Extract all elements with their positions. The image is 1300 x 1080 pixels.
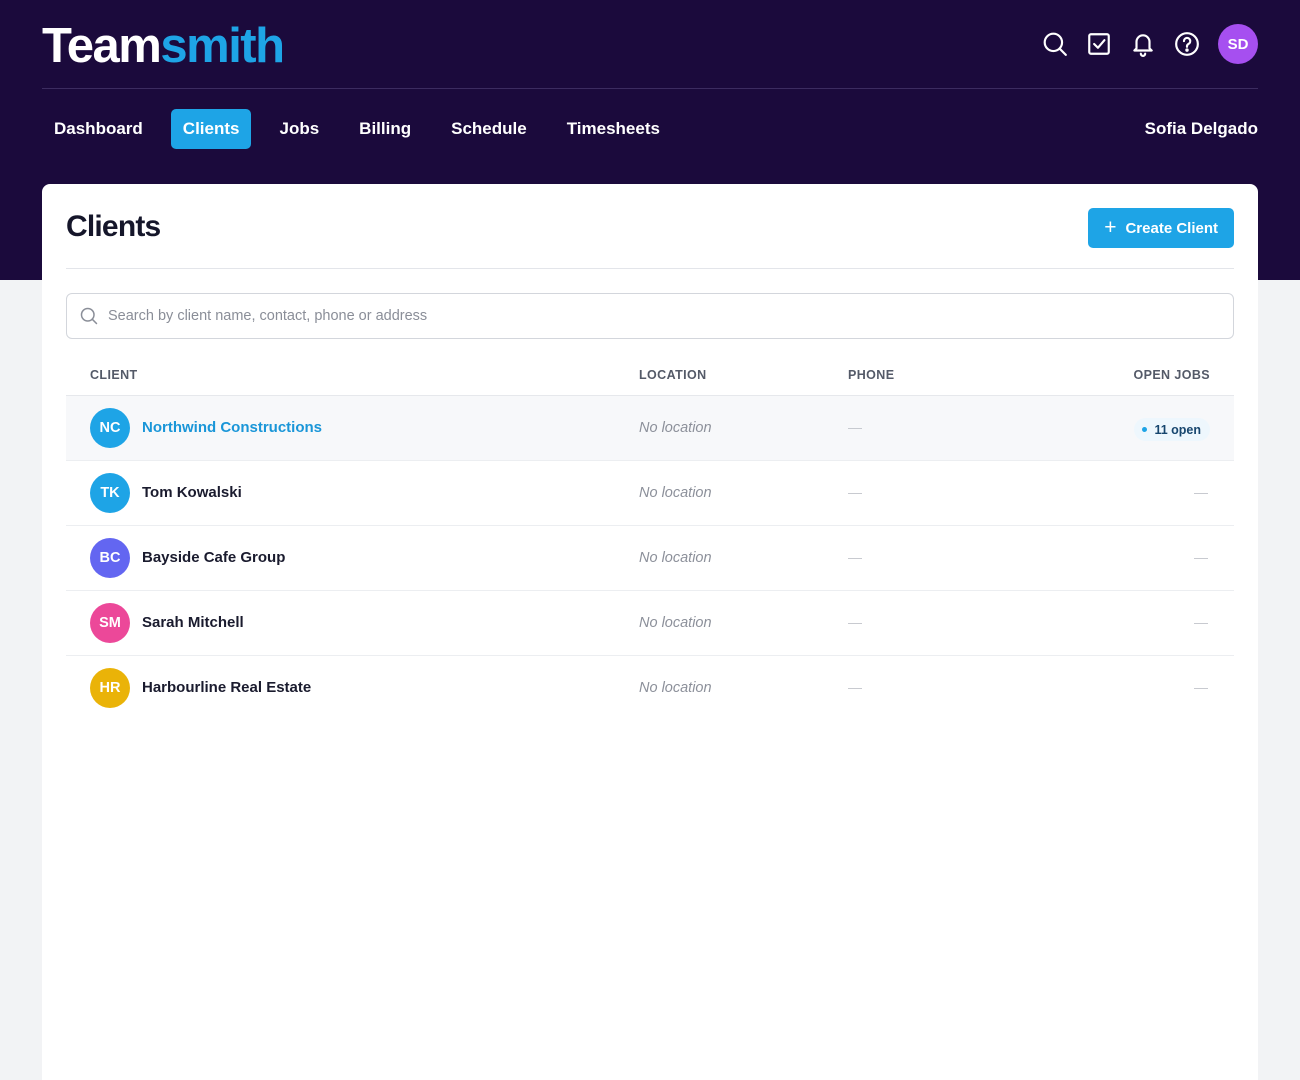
help-icon[interactable] xyxy=(1172,29,1202,59)
nav-item-clients[interactable]: Clients xyxy=(170,109,252,149)
client-phone: — xyxy=(848,679,862,695)
clients-card: Clients + Create Client CLIENT LOCATION … xyxy=(42,184,1258,1080)
search-input[interactable] xyxy=(108,308,1233,324)
client-name[interactable]: Sarah Mitchell xyxy=(142,614,244,631)
open-jobs-empty: — xyxy=(1194,679,1208,695)
column-location[interactable]: LOCATION xyxy=(639,368,707,382)
header-actions: SD xyxy=(1040,24,1258,64)
client-location: No location xyxy=(639,420,712,436)
nav-item-schedule[interactable]: Schedule xyxy=(439,109,539,149)
main-nav: Dashboard Clients Jobs Billing Schedule … xyxy=(42,109,1258,149)
client-name-link[interactable]: Northwind Constructions xyxy=(142,419,322,436)
client-search[interactable] xyxy=(66,293,1234,339)
logo-text-team: Team xyxy=(42,19,162,73)
client-phone: — xyxy=(848,614,862,630)
logo-text-smith: smith xyxy=(160,19,285,73)
user-name[interactable]: Sofia Delgado xyxy=(1145,109,1258,149)
column-client[interactable]: CLIENT xyxy=(90,368,138,382)
create-client-label: Create Client xyxy=(1125,219,1218,237)
bell-icon[interactable] xyxy=(1128,29,1158,59)
search-icon[interactable] xyxy=(1040,29,1070,59)
status-dot-icon xyxy=(1142,427,1148,432)
column-open-jobs[interactable]: OPEN JOBS xyxy=(1133,368,1210,382)
open-jobs-empty: — xyxy=(1194,549,1208,565)
table-row[interactable]: SM Sarah Mitchell No location — — xyxy=(66,591,1234,656)
client-location: No location xyxy=(639,550,712,566)
open-jobs-empty: — xyxy=(1194,614,1208,630)
page-title: Clients xyxy=(66,210,161,243)
table-row[interactable]: TK Tom Kowalski No location — — xyxy=(66,461,1234,526)
client-location: No location xyxy=(639,615,712,631)
table-header: CLIENT LOCATION PHONE OPEN JOBS xyxy=(66,360,1234,396)
tasks-check-icon[interactable] xyxy=(1084,29,1114,59)
table-row[interactable]: HR Harbourline Real Estate No location —… xyxy=(66,656,1234,721)
client-avatar: BC xyxy=(90,538,130,578)
clients-table: CLIENT LOCATION PHONE OPEN JOBS NC North… xyxy=(66,360,1234,721)
client-phone: — xyxy=(848,484,862,500)
client-avatar: SM xyxy=(90,603,130,643)
client-avatar: NC xyxy=(90,408,130,448)
user-avatar[interactable]: SD xyxy=(1218,24,1258,64)
card-header: Clients + Create Client xyxy=(66,184,1234,269)
nav-list: Dashboard Clients Jobs Billing Schedule … xyxy=(42,109,1258,149)
client-phone: — xyxy=(848,549,862,565)
create-client-button[interactable]: + Create Client xyxy=(1088,208,1234,248)
client-avatar: HR xyxy=(90,668,130,708)
column-phone[interactable]: PHONE xyxy=(848,368,894,382)
app-header: Teamsmith SD xyxy=(42,0,1258,89)
plus-icon: + xyxy=(1104,216,1117,239)
open-jobs-count: 11 open xyxy=(1154,422,1201,437)
client-name[interactable]: Harbourline Real Estate xyxy=(142,679,311,696)
client-location: No location xyxy=(639,485,712,501)
search-field-icon xyxy=(80,307,98,325)
teamsmith-logo[interactable]: Teamsmith xyxy=(42,19,285,73)
client-avatar: TK xyxy=(90,473,130,513)
nav-item-jobs[interactable]: Jobs xyxy=(267,109,331,149)
nav-item-dashboard[interactable]: Dashboard xyxy=(42,109,155,149)
table-row[interactable]: NC Northwind Constructions No location —… xyxy=(66,396,1234,461)
client-name[interactable]: Tom Kowalski xyxy=(142,484,242,501)
open-jobs-badge[interactable]: 11 open xyxy=(1134,418,1210,441)
client-name[interactable]: Bayside Cafe Group xyxy=(142,549,285,566)
client-location: No location xyxy=(639,680,712,696)
client-phone: — xyxy=(848,419,862,435)
open-jobs-empty: — xyxy=(1194,484,1208,500)
table-row[interactable]: BC Bayside Cafe Group No location — — xyxy=(66,526,1234,591)
nav-item-billing[interactable]: Billing xyxy=(347,109,423,149)
nav-item-timesheets[interactable]: Timesheets xyxy=(555,109,672,149)
